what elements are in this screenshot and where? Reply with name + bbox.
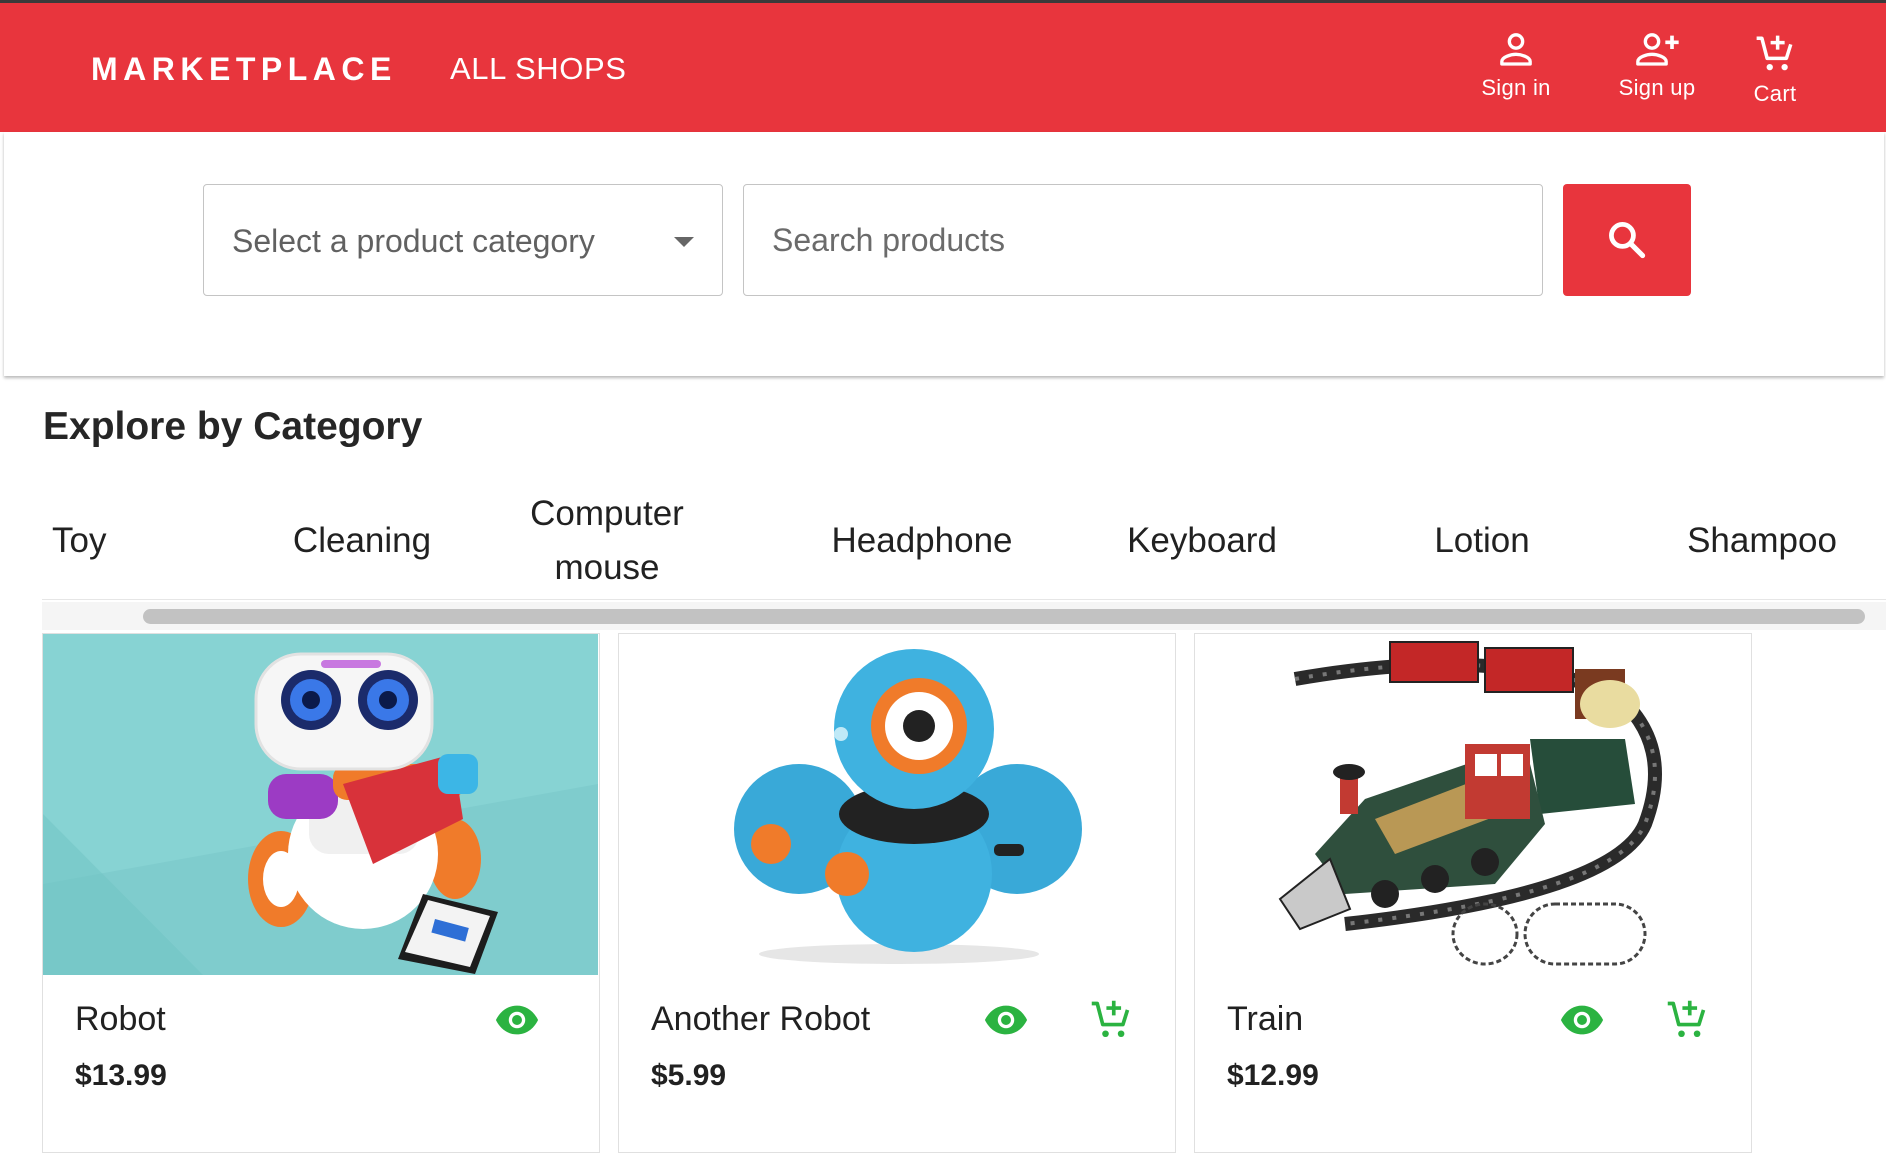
person-icon	[1500, 33, 1532, 66]
category-select[interactable]: Select a product category	[203, 184, 723, 296]
brand-logo[interactable]: MARKETPLACE	[91, 51, 397, 88]
category-list: Toy Cleaning Computer mouse Headphone Ke…	[42, 482, 1886, 600]
category-lotion[interactable]: Lotion	[1342, 482, 1622, 600]
search-panel: Select a product category	[4, 132, 1884, 376]
product-card[interactable]: Train $12.99	[1194, 633, 1752, 1153]
category-shampoo[interactable]: Shampoo	[1622, 482, 1886, 600]
view-icon[interactable]	[983, 1004, 1029, 1041]
sign-up-button[interactable]: Sign up	[1606, 29, 1708, 101]
category-select-placeholder: Select a product category	[232, 223, 595, 259]
sign-in-button[interactable]: Sign in	[1470, 29, 1562, 101]
category-computer-mouse[interactable]: Computer mouse	[502, 482, 712, 600]
product-price: $12.99	[1227, 1059, 1319, 1092]
category-headphone[interactable]: Headphone	[782, 482, 1062, 600]
sign-up-label: Sign up	[1618, 75, 1696, 100]
person-add-icon	[1636, 33, 1679, 66]
cart-button[interactable]: Cart	[1735, 33, 1815, 107]
dropdown-arrow-icon	[674, 237, 694, 247]
product-card[interactable]: Another Robot $5.99	[618, 633, 1176, 1153]
product-price: $13.99	[75, 1059, 167, 1092]
all-shops-link[interactable]: ALL SHOPS	[450, 51, 627, 87]
search-icon	[1609, 222, 1646, 259]
product-card[interactable]: Robot $13.99	[42, 633, 600, 1153]
search-input[interactable]	[743, 184, 1543, 296]
product-name: Train	[1227, 1000, 1304, 1038]
blue-robot-image[interactable]	[619, 634, 1174, 975]
product-name: Another Robot	[651, 1000, 871, 1038]
robot-image[interactable]	[43, 634, 598, 975]
search-button[interactable]	[1563, 184, 1691, 296]
cart-label: Cart	[1753, 81, 1797, 106]
category-scrollbar[interactable]	[42, 602, 1886, 630]
sign-in-label: Sign in	[1481, 75, 1551, 100]
product-name: Robot	[75, 1000, 166, 1038]
view-icon[interactable]	[494, 1004, 540, 1041]
category-cleaning[interactable]: Cleaning	[222, 482, 502, 600]
view-icon[interactable]	[1559, 1004, 1605, 1041]
train-image[interactable]	[1195, 634, 1750, 975]
cart-icon	[1756, 35, 1793, 71]
product-price: $5.99	[651, 1059, 727, 1092]
category-keyboard[interactable]: Keyboard	[1062, 482, 1342, 600]
scrollbar-thumb[interactable]	[143, 609, 1865, 624]
add-to-cart-icon[interactable]	[1089, 998, 1133, 1047]
add-to-cart-icon[interactable]	[1665, 998, 1709, 1047]
app-bar: MARKETPLACE ALL SHOPS Sign in Sign up Ca…	[0, 0, 1886, 132]
explore-category-heading: Explore by Category	[43, 405, 423, 448]
